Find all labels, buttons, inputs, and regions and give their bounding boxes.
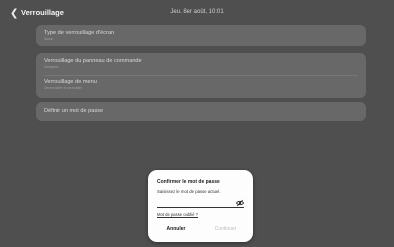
control-panel-lock-value: Désactivé xyxy=(44,65,59,69)
divider xyxy=(44,75,358,76)
top-bar: ❮ Verrouillage Jeu. 8er août, 10:01 xyxy=(0,0,394,26)
menu-lock-value: Déverrouiller et verrouiller xyxy=(44,86,82,90)
screen-lock-type-item[interactable]: Type de verrouillage d'écran Aucun xyxy=(36,25,366,46)
dialog-message: Saisissez le mot de passe actuel. xyxy=(157,189,221,194)
screen-lock-type-value: Aucun xyxy=(44,37,54,41)
control-panel-lock-label: Verrouillage du panneau de commande xyxy=(44,58,142,64)
menu-lock-item[interactable]: Verrouillage de menu Déverrouiller et ve… xyxy=(44,79,97,90)
password-input[interactable] xyxy=(157,199,244,208)
control-panel-lock-item[interactable]: Verrouillage du panneau de commande Désa… xyxy=(44,58,142,69)
dialog-title: Confirmer le mot de passe xyxy=(157,179,220,185)
set-password-label: Définir un mot de passe xyxy=(44,108,104,114)
set-password-item[interactable]: Définir un mot de passe xyxy=(36,102,366,121)
cancel-button[interactable]: Annuler xyxy=(157,226,195,232)
screen-lock-type-label: Type de verrouillage d'écran xyxy=(44,30,115,36)
confirm-password-dialog: Confirmer le mot de passe Saisissez le m… xyxy=(148,170,253,242)
menu-lock-label: Verrouillage de menu xyxy=(44,79,97,85)
lock-settings-group: Verrouillage du panneau de commande Désa… xyxy=(36,53,366,98)
forgot-password-link[interactable]: Mot de passe oublié ? xyxy=(157,212,198,217)
continue-button[interactable]: Continuer xyxy=(203,226,248,232)
eye-slash-icon[interactable] xyxy=(236,199,244,207)
date-time: Jeu. 8er août, 10:01 xyxy=(170,9,224,15)
